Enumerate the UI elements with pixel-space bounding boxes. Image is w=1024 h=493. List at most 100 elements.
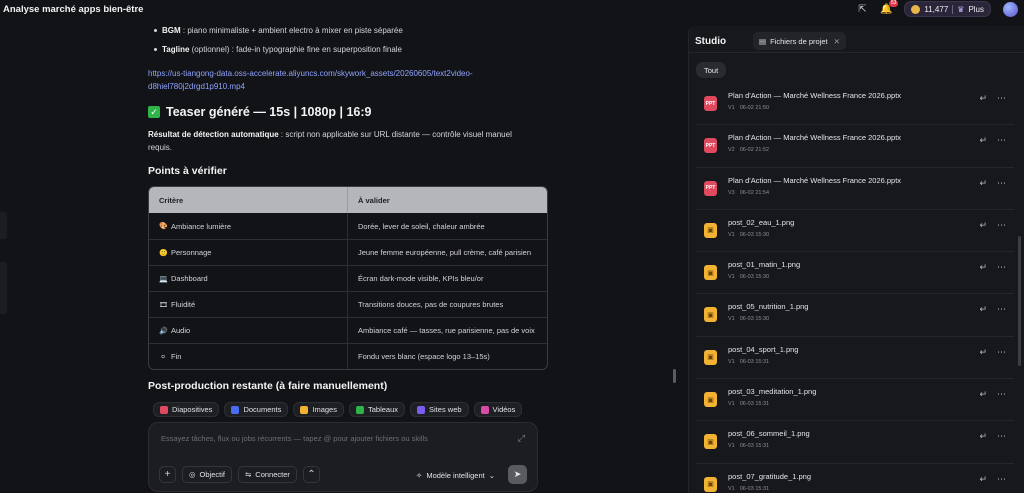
coin-icon xyxy=(911,4,921,14)
insert-icon[interactable]: ↵ xyxy=(979,431,987,442)
file-actions: ↵ ⋯ xyxy=(979,347,1006,358)
more-icon[interactable]: ⋯ xyxy=(997,389,1006,400)
send-button[interactable]: ➤ xyxy=(508,465,527,484)
more-icon[interactable]: ⋯ xyxy=(997,474,1006,485)
more-icon[interactable]: ⋯ xyxy=(997,431,1006,442)
file-item[interactable]: PPT Plan d'Action — Marché Wellness Franc… xyxy=(696,168,1014,210)
insert-icon[interactable]: ↵ xyxy=(979,474,987,485)
credits-badge[interactable]: 11,477 ♛ Plus xyxy=(904,1,991,17)
file-actions: ↵ ⋯ xyxy=(979,262,1006,273)
connecter-label: Connecter xyxy=(255,470,290,479)
filter-all[interactable]: Tout xyxy=(696,62,727,78)
panel-scrollbar[interactable] xyxy=(1018,236,1021,366)
file-item[interactable]: ▣ post_06_sommeil_1.png V1 06-03 15:31 ↵ ⋯ xyxy=(696,421,1014,464)
objectif-button[interactable]: ◎ Objectif xyxy=(182,466,232,483)
file-item[interactable]: PPT Plan d'Action — Marché Wellness Franc… xyxy=(696,83,1014,126)
sidebar-handle[interactable] xyxy=(0,262,7,314)
file-date: 06-03 15:30 xyxy=(739,231,770,238)
more-icon[interactable]: ⋯ xyxy=(997,178,1006,189)
chip-documents[interactable]: Documents xyxy=(224,402,289,417)
more-icon[interactable]: ⋯ xyxy=(997,262,1006,273)
connecter-button[interactable]: ⇋ Connecter xyxy=(237,466,297,483)
model-selector[interactable]: ✧ Modèle intelligent ⌄ xyxy=(416,471,495,480)
more-icon[interactable]: ⋯ xyxy=(997,347,1006,358)
chevron-up-icon: ⌃ xyxy=(307,469,316,480)
composer-input[interactable]: Essayez tâches, flux ou jobs récurrents … xyxy=(161,434,428,443)
criterion-label: Personnage xyxy=(171,248,212,257)
chip-label: Documents xyxy=(243,405,282,414)
pptx-file-icon: PPT xyxy=(704,96,717,111)
chip-diapositives[interactable]: Diapositives xyxy=(153,402,220,417)
criterion-cell: 🔊 Audio xyxy=(149,318,348,343)
collapse-button[interactable]: ⌃ xyxy=(302,466,320,483)
close-icon[interactable]: ✕ xyxy=(834,37,840,46)
insert-icon[interactable]: ↵ xyxy=(979,135,987,146)
file-item[interactable]: ▣ post_04_sport_1.png V1 06-03 15:31 ↵ ⋯ xyxy=(696,337,1014,380)
plus-label: Plus xyxy=(968,4,984,14)
pptx-file-icon: PPT xyxy=(704,180,717,196)
bgm-bullet: BGM : piano minimaliste + ambient electr… xyxy=(154,26,403,35)
points-heading: Points à vérifier xyxy=(148,165,227,177)
file-date: 06-02 21:52 xyxy=(739,147,770,154)
insert-icon[interactable]: ↵ xyxy=(979,347,987,358)
share-icon[interactable]: ⇱ xyxy=(856,4,868,15)
criterion-cell: 🙂 Personnage xyxy=(149,240,348,265)
insert-icon[interactable]: ↵ xyxy=(979,220,987,231)
validation-cell: Écran dark-mode visible, KPIs bleu/or xyxy=(358,274,484,283)
video-link[interactable]: https://us-tiangong-data.oss-accelerate.… xyxy=(148,67,538,93)
insert-icon[interactable]: ↵ xyxy=(979,262,987,273)
validation-cell: Jeune femme européenne, pull crème, café… xyxy=(358,248,532,257)
chip-images[interactable]: Images xyxy=(293,402,344,417)
tab-project-files[interactable]: ▤ Fichiers de projet ✕ xyxy=(753,32,846,50)
add-button[interactable]: + xyxy=(159,466,176,483)
composer: Essayez tâches, flux ou jobs récurrents … xyxy=(148,422,538,492)
sidebar-handle[interactable] xyxy=(0,212,7,239)
file-item[interactable]: PPT Plan d'Action — Marché Wellness Franc… xyxy=(696,125,1014,168)
person-icon: 🙂 xyxy=(159,249,168,257)
notification-icon[interactable]: 🔔 53 xyxy=(880,0,899,15)
tab-label: Fichiers de projet xyxy=(770,36,828,46)
insert-icon[interactable]: ↵ xyxy=(979,389,987,400)
file-actions: ↵ ⋯ xyxy=(979,220,1006,231)
file-version: V1 xyxy=(728,358,735,365)
insert-icon[interactable]: ↵ xyxy=(979,93,987,104)
file-version: V1 xyxy=(728,443,735,450)
table-row: 🎨 Ambiance lumière Dorée, lever de soleil,… xyxy=(149,213,547,239)
file-meta: V1 06-03 15:30 xyxy=(728,232,769,238)
more-icon[interactable]: ⋯ xyxy=(997,93,1006,104)
file-item[interactable]: ▣ post_02_eau_1.png V1 06-03 15:30 ↵ ⋯ xyxy=(696,210,1014,253)
validation-cell: Dorée, lever de soleil, chaleur ambrée xyxy=(358,221,485,231)
composer-toolbar: + ◎ Objectif ⇋ Connecter ⌃ xyxy=(159,466,320,483)
file-meta: V1 06-03 15:31 xyxy=(728,486,769,492)
file-version: V1 xyxy=(728,231,735,238)
file-item[interactable]: ▣ post_07_gratitude_1.png V1 06-03 15:31 ↵ ⋯ xyxy=(696,464,1014,493)
image-file-icon: ▣ xyxy=(704,476,717,492)
file-name: post_04_sport_1.png xyxy=(728,344,799,354)
more-icon[interactable]: ⋯ xyxy=(997,304,1006,315)
file-meta: V1 06-03 15:30 xyxy=(728,316,769,322)
file-item[interactable]: ▣ post_03_meditation_1.png V1 06-03 15:31 ↵ ⋯ xyxy=(696,379,1014,422)
table-row: 🙂 Personnage Jeune femme européenne, pull … xyxy=(149,239,547,265)
file-actions: ↵ ⋯ xyxy=(979,178,1006,189)
file-meta: V1 06-02 21:50 xyxy=(728,105,769,111)
insert-icon[interactable]: ↵ xyxy=(979,304,987,315)
more-icon[interactable]: ⋯ xyxy=(997,135,1006,146)
avatar[interactable] xyxy=(1003,1,1018,17)
file-item[interactable]: ▣ post_01_matin_1.png V1 06-03 15:30 ↵ ⋯ xyxy=(696,252,1014,295)
chat-scrollbar[interactable] xyxy=(673,369,676,383)
teaser-heading: ✓ Teaser généré — 15s | 1080p | 16:9 xyxy=(148,105,372,119)
file-version: V2 xyxy=(728,147,735,154)
more-icon[interactable]: ⋯ xyxy=(997,220,1006,231)
quick-chips: Diapositives Documents Images Tableaux Sites… xyxy=(153,402,523,417)
file-name: post_03_meditation_1.png xyxy=(728,387,817,397)
insert-icon[interactable]: ↵ xyxy=(979,178,987,189)
table-row: ⚪ Fin Fondu vers blanc (espace logo 13–15s… xyxy=(149,343,547,369)
credits-count: 11,477 xyxy=(924,4,949,14)
chip-vidéos[interactable]: Vidéos xyxy=(473,402,523,417)
app-title: Analyse marché apps bien-être xyxy=(3,4,144,15)
chip-sites-web[interactable]: Sites web xyxy=(410,402,469,417)
file-item[interactable]: ▣ post_05_nutrition_1.png V1 06-03 15:30 ↵ ⋯ xyxy=(696,294,1014,337)
expand-icon[interactable]: ⤢ xyxy=(518,433,525,444)
table-icon xyxy=(355,405,364,414)
chip-tableaux[interactable]: Tableaux xyxy=(348,402,406,417)
